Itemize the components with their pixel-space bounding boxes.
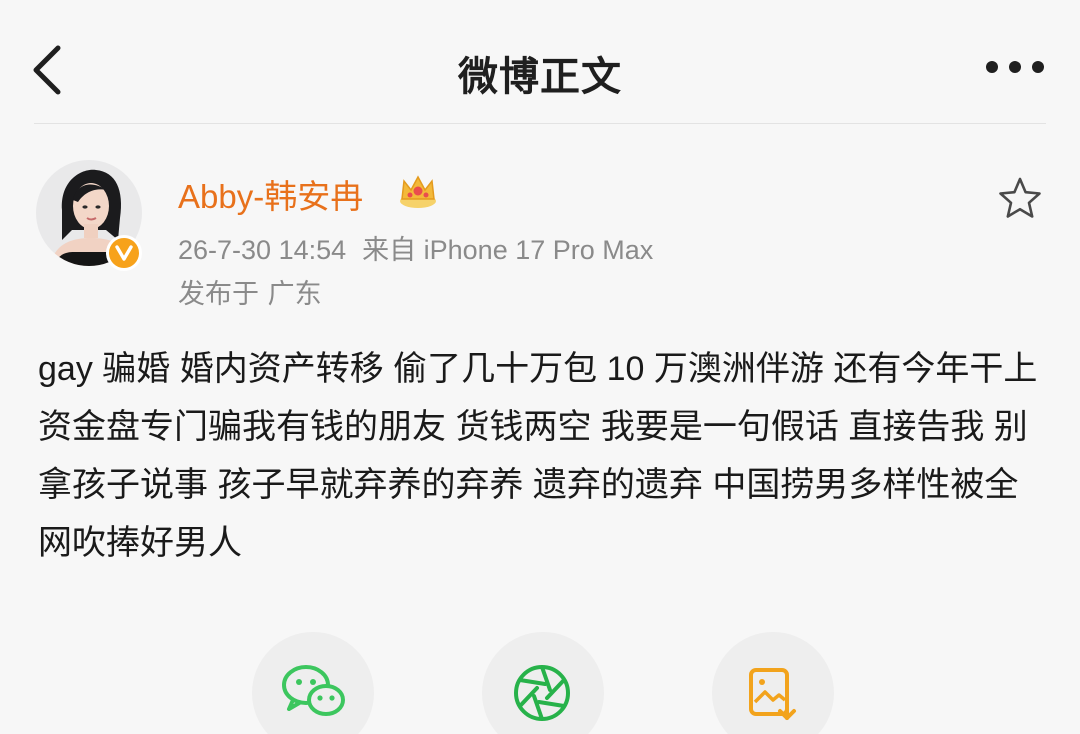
star-outline-icon	[999, 177, 1041, 218]
moments-aperture-icon	[514, 665, 570, 721]
page-title: 微博正文	[458, 54, 622, 100]
verified-badge	[106, 235, 142, 271]
save-image-button[interactable]	[712, 632, 834, 734]
more-options-button[interactable]	[984, 52, 1046, 82]
crown-icon[interactable]	[398, 171, 438, 209]
favorite-button[interactable]	[998, 176, 1042, 220]
wechat-icon	[282, 665, 345, 716]
post-body-text: gay 骗婚 婚内资产转移 偷了几十万包 10 万澳洲伴游 还有今年干上资金盘专…	[38, 350, 1038, 562]
post-meta: 26-7-30 14:54 来自 iPhone 17 Pro Max	[178, 228, 653, 267]
share-moments-button[interactable]	[482, 632, 604, 734]
header-divider	[34, 123, 1046, 124]
verified-v-icon	[115, 245, 133, 261]
post-time: 26-7-30 14:54	[178, 235, 347, 265]
author-name[interactable]: Abby-韩安冉	[178, 170, 363, 218]
post-location: 发布于 广东	[178, 279, 322, 310]
more-dots-icon	[986, 61, 1044, 73]
image-download-icon	[749, 668, 796, 720]
share-wechat-button[interactable]	[252, 632, 374, 734]
top-navigation-bar: 微博正文	[0, 0, 1080, 124]
post-source: 来自 iPhone 17 Pro Max	[362, 235, 654, 265]
weibo-post-page: 微博正文 Abby-韩安冉 26-7-30 14:54 来自 iPhone 17…	[0, 0, 1080, 734]
